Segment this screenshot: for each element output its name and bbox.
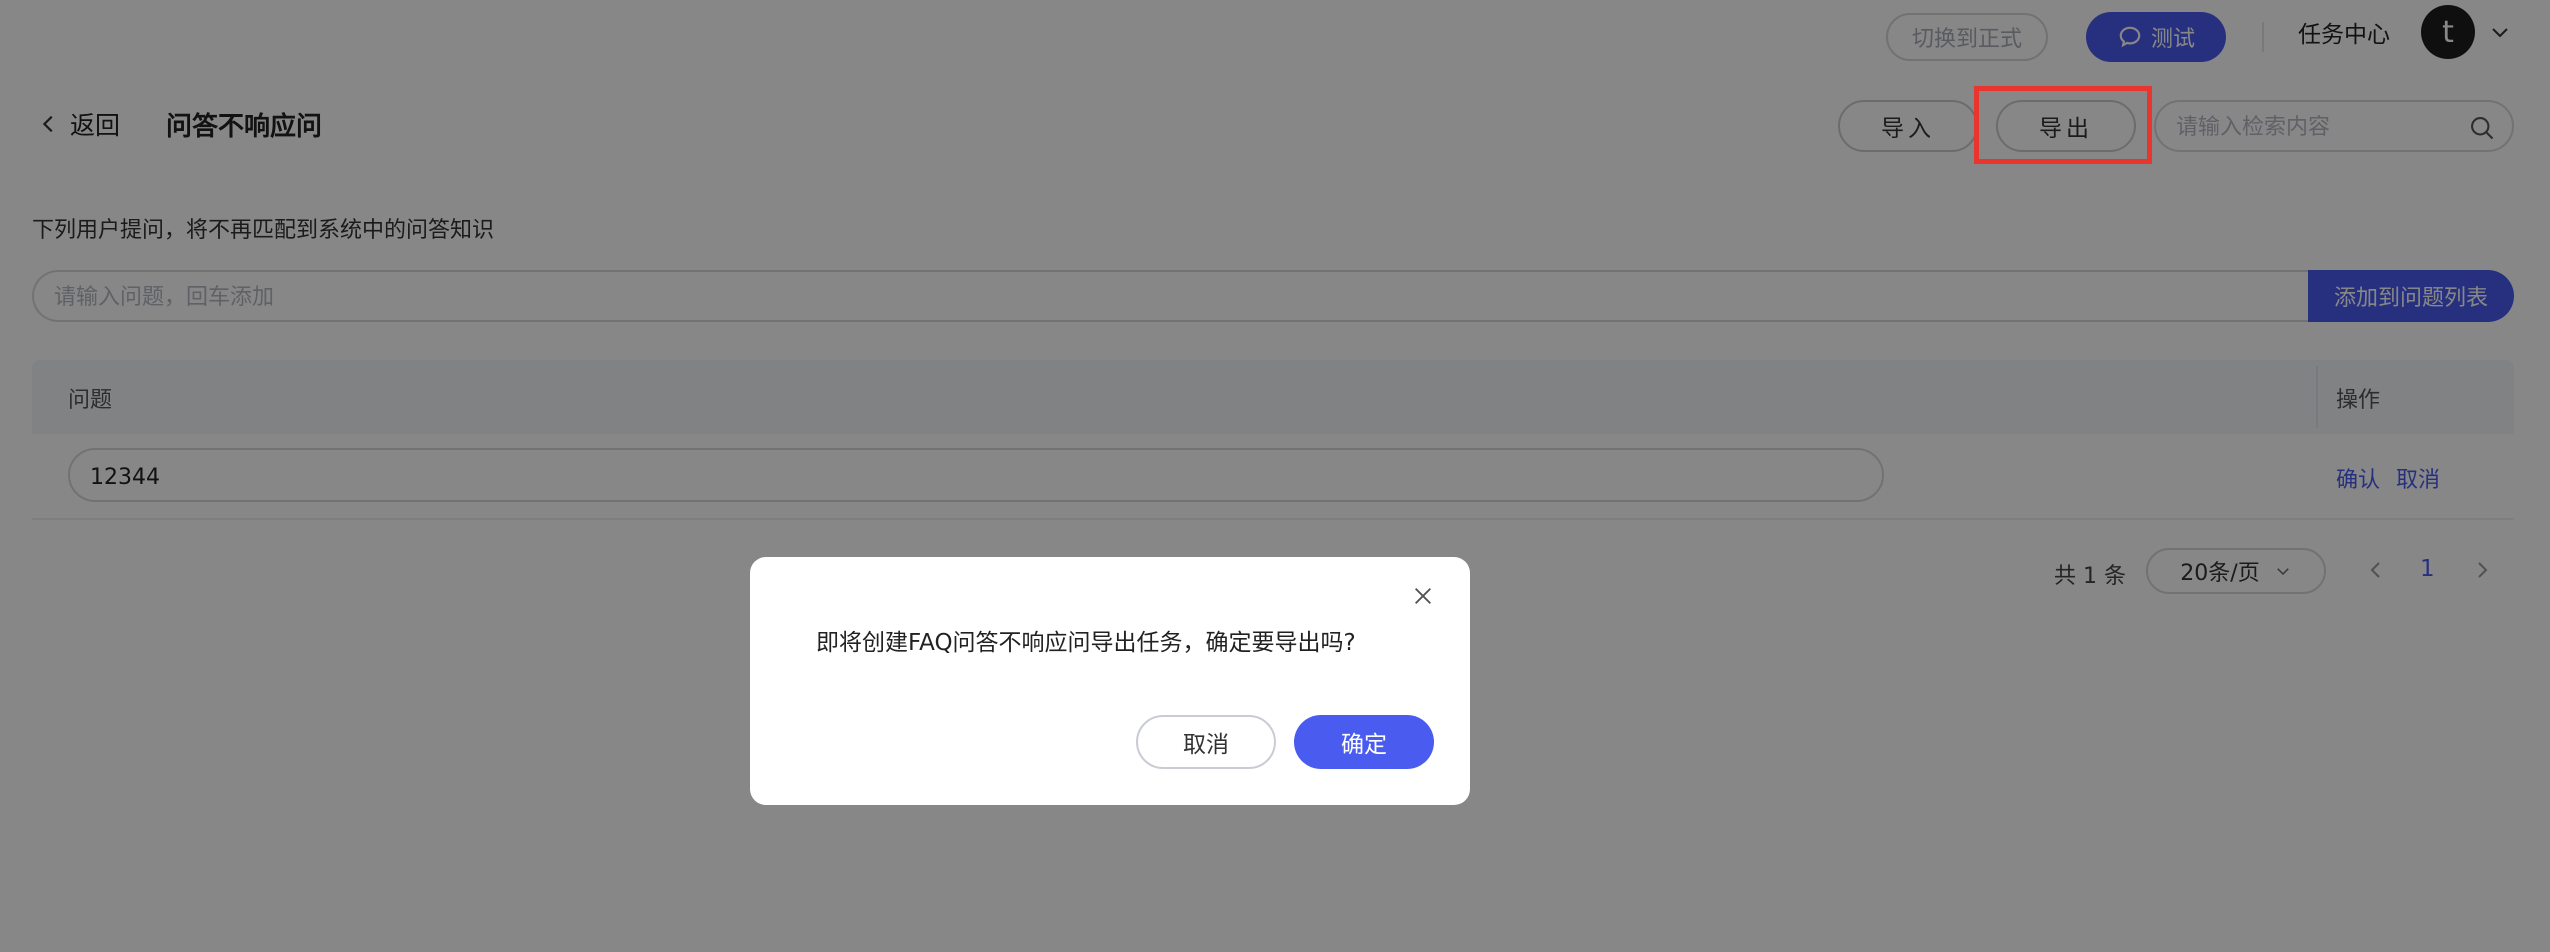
- cancel-button[interactable]: 取消: [1136, 715, 1276, 769]
- confirm-label: 确定: [1341, 732, 1387, 758]
- dialog-message: 即将创建FAQ问答不响应问导出任务，确定要导出吗?: [816, 630, 1356, 656]
- export-confirm-dialog: 即将创建FAQ问答不响应问导出任务，确定要导出吗? 取消 确定: [750, 557, 1470, 805]
- export-highlight-box: [1974, 86, 2152, 164]
- cancel-label: 取消: [1183, 732, 1229, 758]
- confirm-button[interactable]: 确定: [1294, 715, 1434, 769]
- modal-overlay[interactable]: [0, 0, 2550, 952]
- close-icon[interactable]: [1412, 585, 1434, 607]
